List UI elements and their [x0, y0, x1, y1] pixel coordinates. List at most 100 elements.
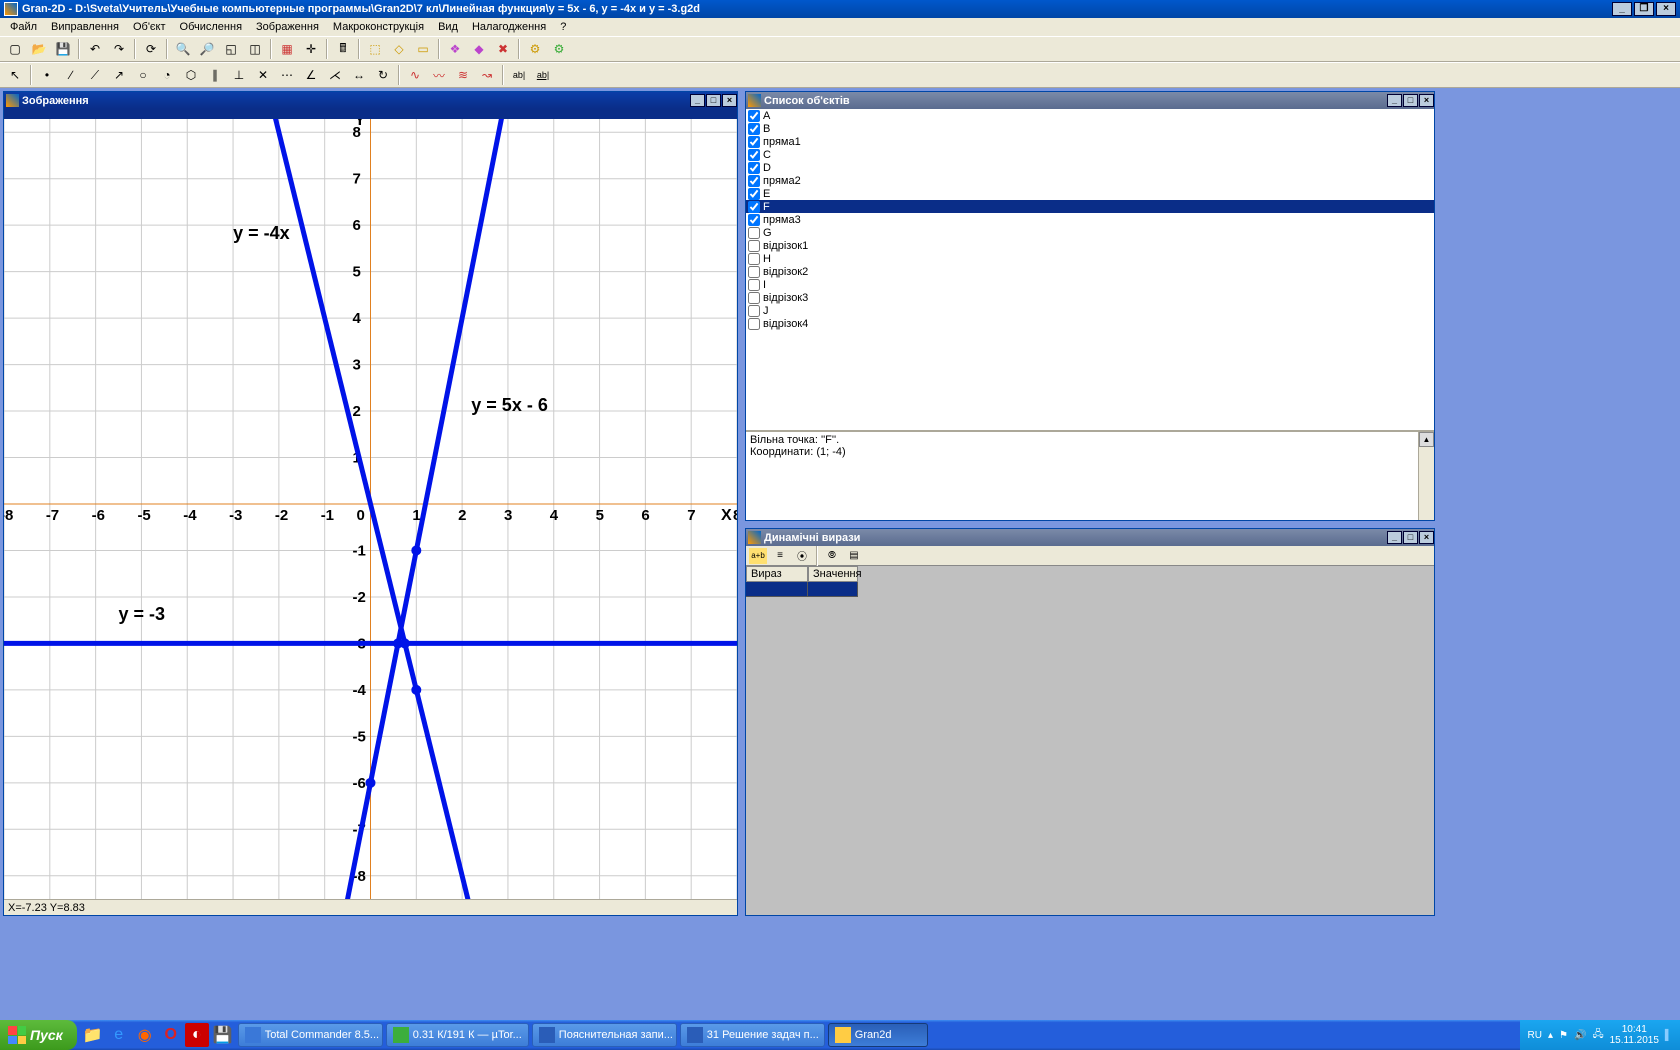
objects-titlebar[interactable]: Список об'єктів _ □ ×: [746, 92, 1434, 109]
graph-titlebar[interactable]: Зображення _ □ ×: [4, 92, 737, 109]
task-button[interactable]: 0.31 К/191 К — µTor...: [386, 1023, 529, 1047]
task-button[interactable]: Gran2d: [828, 1023, 928, 1047]
item-checkbox[interactable]: [748, 266, 760, 278]
item-checkbox[interactable]: [748, 175, 760, 187]
list-item[interactable]: пряма3: [746, 213, 1434, 226]
axes-icon[interactable]: ✛: [300, 38, 322, 60]
restore-button[interactable]: ❐: [1634, 2, 1654, 16]
list-item[interactable]: J: [746, 304, 1434, 317]
object-list[interactable]: ABпряма1CDпряма2EFпряма3Gвідрізок1Hвідрі…: [746, 109, 1434, 430]
start-button[interactable]: Пуск: [0, 1020, 77, 1050]
task-button[interactable]: Total Commander 8.5...: [238, 1023, 383, 1047]
list-item[interactable]: I: [746, 278, 1434, 291]
graph-max-button[interactable]: □: [706, 94, 721, 107]
objects-close-button[interactable]: ×: [1419, 94, 1434, 107]
menu-вид[interactable]: Вид: [432, 19, 464, 35]
segment-icon[interactable]: ⟋: [84, 64, 106, 86]
curve1-icon[interactable]: ∿: [404, 64, 426, 86]
gear2-icon[interactable]: ⚙: [548, 38, 570, 60]
menu-налагодження[interactable]: Налагодження: [466, 19, 552, 35]
tool-d-icon[interactable]: ❖: [444, 38, 466, 60]
firefox-icon[interactable]: ◉: [133, 1023, 157, 1047]
ie-icon[interactable]: e: [107, 1023, 131, 1047]
menu-макроконструкція[interactable]: Макроконструкція: [327, 19, 430, 35]
col-value[interactable]: Значення: [808, 566, 858, 582]
tool-f-icon[interactable]: ✖: [492, 38, 514, 60]
gear-icon[interactable]: ⚙: [524, 38, 546, 60]
item-checkbox[interactable]: [748, 188, 760, 200]
dynamic-close-button[interactable]: ×: [1419, 531, 1434, 544]
list-item[interactable]: H: [746, 252, 1434, 265]
undo-icon[interactable]: ↶: [84, 38, 106, 60]
scroll-up-icon[interactable]: ▲: [1419, 432, 1434, 447]
list-item[interactable]: відрізок1: [746, 239, 1434, 252]
list-item[interactable]: C: [746, 148, 1434, 161]
tray-icon[interactable]: ▴: [1548, 1030, 1553, 1041]
item-checkbox[interactable]: [748, 201, 760, 213]
polygon-icon[interactable]: ⬡: [180, 64, 202, 86]
item-checkbox[interactable]: [748, 240, 760, 252]
task-button[interactable]: Пояснительная запи...: [532, 1023, 677, 1047]
tool-e-icon[interactable]: ◆: [468, 38, 490, 60]
item-checkbox[interactable]: [748, 305, 760, 317]
zoom-fit-icon[interactable]: ◱: [220, 38, 242, 60]
tray-flag-icon[interactable]: ⚑: [1559, 1030, 1568, 1041]
info-scrollbar[interactable]: ▲: [1418, 432, 1434, 520]
arc-icon[interactable]: ◔: [156, 64, 178, 86]
redo-icon[interactable]: ↷: [108, 38, 130, 60]
calculator-icon[interactable]: 🖩: [332, 38, 354, 60]
tool-a-icon[interactable]: ⬚: [364, 38, 386, 60]
text-icon[interactable]: ab|: [508, 64, 530, 86]
list-item[interactable]: відрізок4: [746, 317, 1434, 330]
item-checkbox[interactable]: [748, 214, 760, 226]
menu-виправлення[interactable]: Виправлення: [45, 19, 125, 35]
refresh-icon[interactable]: ⟳: [140, 38, 162, 60]
menu-обчислення[interactable]: Обчислення: [174, 19, 249, 35]
item-checkbox[interactable]: [748, 318, 760, 330]
item-checkbox[interactable]: [748, 253, 760, 265]
dynamic-max-button[interactable]: □: [1403, 531, 1418, 544]
menu-зображення[interactable]: Зображення: [250, 19, 325, 35]
graph-canvas[interactable]: -8-7-6-5-4-3-2-112345678-8-7-6-5-4-3-2-1…: [4, 109, 737, 899]
ray-icon[interactable]: ↗: [108, 64, 130, 86]
save-icon[interactable]: 💾: [52, 38, 74, 60]
clock[interactable]: 10:41 15.11.2015: [1610, 1024, 1659, 1046]
line-icon[interactable]: ∕: [60, 64, 82, 86]
expr-add-icon[interactable]: a+b: [748, 547, 768, 565]
label-icon[interactable]: ab|: [532, 64, 554, 86]
zoom-out-icon[interactable]: 🔎: [196, 38, 218, 60]
angle-icon[interactable]: ∠: [300, 64, 322, 86]
perpendicular-icon[interactable]: ⊥: [228, 64, 250, 86]
dynamic-titlebar[interactable]: Динамічні вирази _ □ ×: [746, 529, 1434, 546]
col-expression[interactable]: Вираз: [746, 566, 808, 582]
grid-icon[interactable]: ▦: [276, 38, 298, 60]
opera-icon[interactable]: O: [159, 1023, 183, 1047]
item-checkbox[interactable]: [748, 279, 760, 291]
explorer-icon[interactable]: 📁: [81, 1023, 105, 1047]
minimize-button[interactable]: _: [1612, 2, 1632, 16]
graph-min-button[interactable]: _: [690, 94, 705, 107]
rotate-icon[interactable]: ↻: [372, 64, 394, 86]
tool-c-icon[interactable]: ▭: [412, 38, 434, 60]
item-checkbox[interactable]: [748, 292, 760, 304]
system-tray[interactable]: RU ▴ ⚑ 🔊 🖧 10:41 15.11.2015 ▌: [1520, 1020, 1680, 1050]
dynamic-table[interactable]: Вираз Значення: [746, 566, 1434, 597]
tc-icon[interactable]: 💾: [211, 1023, 235, 1047]
language-indicator[interactable]: RU: [1528, 1030, 1542, 1041]
objects-min-button[interactable]: _: [1387, 94, 1402, 107]
menu-?[interactable]: ?: [554, 19, 572, 35]
reflect-icon[interactable]: ↔: [348, 64, 370, 86]
list-item[interactable]: пряма2: [746, 174, 1434, 187]
list-item[interactable]: B: [746, 122, 1434, 135]
list-item[interactable]: F: [746, 200, 1434, 213]
objects-max-button[interactable]: □: [1403, 94, 1418, 107]
circle-icon[interactable]: ○: [132, 64, 154, 86]
tool-b-icon[interactable]: ◇: [388, 38, 410, 60]
expr-c-icon[interactable]: ⦿: [792, 547, 812, 565]
item-checkbox[interactable]: [748, 136, 760, 148]
open-icon[interactable]: 📂: [28, 38, 50, 60]
task-button[interactable]: 31 Решение задач п...: [680, 1023, 825, 1047]
list-item[interactable]: відрізок3: [746, 291, 1434, 304]
zoom-rect-icon[interactable]: ◫: [244, 38, 266, 60]
table-row[interactable]: [746, 582, 1434, 597]
